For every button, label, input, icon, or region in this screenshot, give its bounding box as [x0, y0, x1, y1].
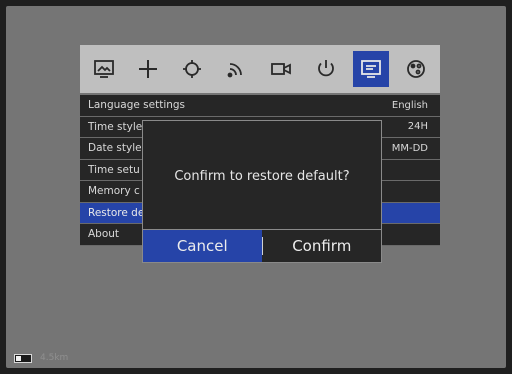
settings-toolbar: [80, 45, 440, 93]
menu-item-label: Memory c: [88, 185, 140, 198]
menu-item-language[interactable]: Language settings English: [80, 95, 440, 117]
menu-item-label: Language settings: [88, 99, 186, 112]
menu-item-label: Date style: [88, 142, 142, 155]
video-record-icon[interactable]: [263, 51, 299, 87]
image-settings-icon[interactable]: [86, 51, 122, 87]
menu-item-value: MM-DD: [391, 142, 428, 154]
calibration-icon[interactable]: [174, 51, 210, 87]
cancel-button[interactable]: Cancel: [143, 230, 262, 262]
wifi-icon[interactable]: [218, 51, 254, 87]
menu-item-value: 24H: [407, 121, 428, 133]
confirm-button[interactable]: Confirm: [263, 230, 382, 262]
menu-item-label: Time setu: [88, 163, 140, 176]
display-settings-icon[interactable]: [353, 51, 389, 87]
restore-default-dialog: Confirm to restore default? Cancel Confi…: [142, 120, 382, 263]
menu-item-value: English: [391, 99, 428, 111]
palette-icon[interactable]: [398, 51, 434, 87]
dialog-message: Confirm to restore default?: [174, 169, 350, 184]
power-icon[interactable]: [308, 51, 344, 87]
crosshair-icon[interactable]: [130, 51, 166, 87]
dialog-buttons: Cancel Confirm: [143, 229, 381, 262]
zoom-label: 4.5km: [40, 353, 69, 363]
menu-item-label: Time style: [88, 120, 143, 133]
menu-item-label: About: [88, 228, 120, 241]
menu-item-label: Restore de: [88, 206, 145, 219]
status-bar: 4.5km: [14, 353, 68, 363]
battery-icon: [14, 353, 32, 363]
